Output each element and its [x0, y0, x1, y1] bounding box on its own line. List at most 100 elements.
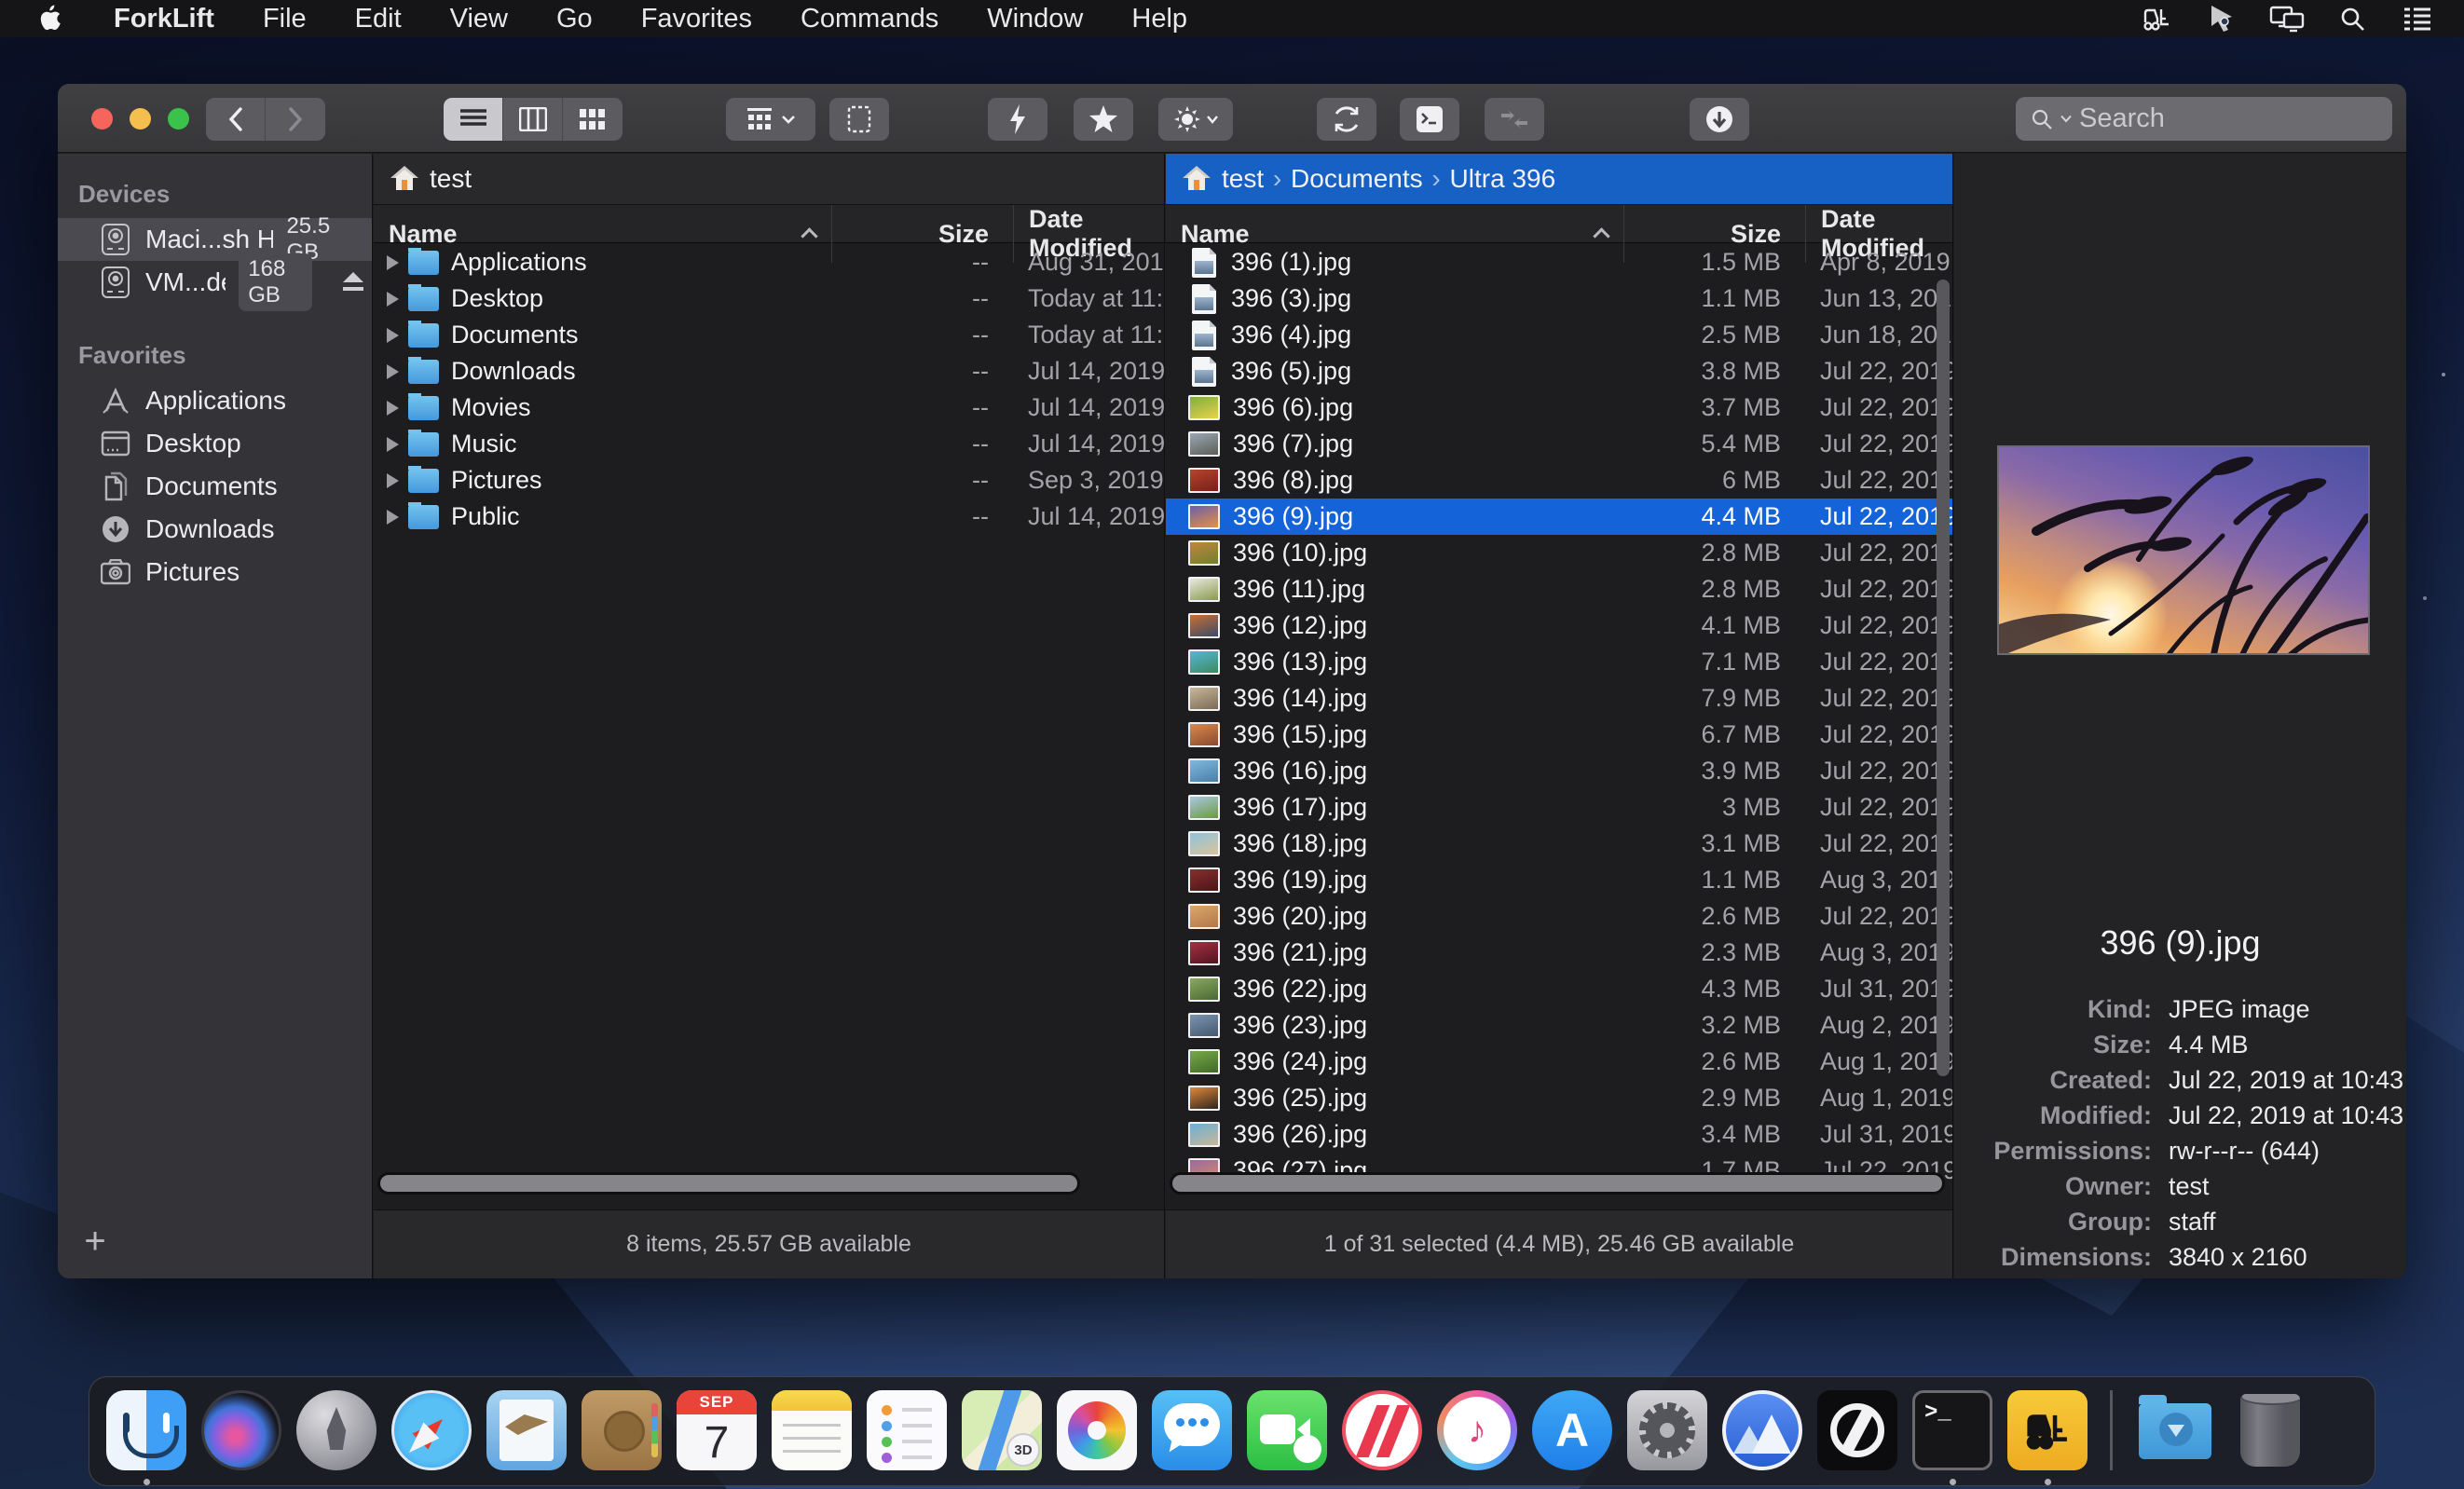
- file-row-396-(24).jpg[interactable]: 396 (24).jpg2.6 MBAug 1, 2019 at 12:5: [1166, 1044, 1952, 1080]
- search-field[interactable]: Search: [2016, 97, 2392, 141]
- file-row-396-(20).jpg[interactable]: 396 (20).jpg2.6 MBJul 22, 2019 at 3:3: [1166, 898, 1952, 935]
- menu-go[interactable]: Go: [532, 0, 617, 37]
- minimize-button[interactable]: [130, 108, 151, 130]
- dock-siri[interactable]: [201, 1390, 281, 1487]
- sidebar-device-VM...ders[interactable]: VM...ders168 GB: [58, 261, 372, 304]
- file-row-396-(14).jpg[interactable]: 396 (14).jpg7.9 MBJul 22, 2019 at 10:: [1166, 680, 1952, 717]
- file-row-396-(7).jpg[interactable]: 396 (7).jpg5.4 MBJul 22, 2019 at 10:: [1166, 426, 1952, 462]
- disclosure-triangle-icon[interactable]: [387, 255, 399, 270]
- dock-maps[interactable]: 3D: [962, 1390, 1042, 1487]
- file-row-396-(13).jpg[interactable]: 396 (13).jpg7.1 MBJul 22, 2019 at 10:: [1166, 644, 1952, 680]
- right-horizontal-scrollbar[interactable]: [1170, 1172, 1945, 1195]
- disclosure-triangle-icon[interactable]: [387, 364, 399, 379]
- file-row-Public[interactable]: Public--Jul 14, 2019 at 7:04…: [374, 499, 1164, 535]
- notification-list-icon[interactable]: [2399, 0, 2436, 37]
- path-segment[interactable]: test: [430, 164, 472, 194]
- close-button[interactable]: [91, 108, 113, 130]
- dock-contacts[interactable]: [582, 1390, 662, 1487]
- menu-window[interactable]: Window: [963, 0, 1107, 37]
- sidebar-item-downloads[interactable]: Downloads: [58, 508, 372, 551]
- connect-button[interactable]: [1485, 98, 1544, 141]
- view-columns-button[interactable]: [503, 98, 563, 141]
- apple-menu-icon[interactable]: [34, 0, 65, 37]
- sync-button[interactable]: [1317, 98, 1376, 141]
- file-row-396-(1).jpg[interactable]: 396 (1).jpg1.5 MBApr 8, 2019 at 6:20: [1166, 244, 1952, 280]
- menu-forklift[interactable]: ForkLift: [89, 0, 239, 37]
- disclosure-triangle-icon[interactable]: [387, 510, 399, 525]
- file-row-396-(10).jpg[interactable]: 396 (10).jpg2.8 MBJul 22, 2019 at 10:: [1166, 535, 1952, 571]
- select-button[interactable]: [829, 98, 889, 141]
- file-row-Desktop[interactable]: Desktop--Today at 11:22 PM: [374, 280, 1164, 317]
- dock-launchpad[interactable]: [296, 1390, 376, 1487]
- dock-appcleaner[interactable]: [1722, 1390, 1802, 1487]
- dock-reminders[interactable]: [867, 1390, 947, 1487]
- left-path-bar[interactable]: test: [374, 154, 1164, 205]
- search-icon[interactable]: [2334, 0, 2371, 37]
- menu-favorites[interactable]: Favorites: [617, 0, 776, 37]
- file-row-396-(3).jpg[interactable]: 396 (3).jpg1.1 MBJun 13, 2015 at 9:1: [1166, 280, 1952, 317]
- zoom-button[interactable]: [168, 108, 189, 130]
- dock-terminal[interactable]: >_: [1912, 1390, 1992, 1487]
- file-row-396-(12).jpg[interactable]: 396 (12).jpg4.1 MBJul 22, 2019 at 10:: [1166, 608, 1952, 644]
- dock-facetime[interactable]: [1247, 1390, 1327, 1487]
- path-segment-documents[interactable]: Documents: [1291, 164, 1423, 193]
- sidebar-item-desktop[interactable]: Desktop: [58, 422, 372, 465]
- file-row-Applications[interactable]: Applications--Aug 31, 2019 at 11:0…: [374, 244, 1164, 280]
- disclosure-triangle-icon[interactable]: [387, 292, 399, 307]
- file-row-396-(8).jpg[interactable]: 396 (8).jpg6 MBJul 22, 2019 at 10:: [1166, 462, 1952, 499]
- view-icons-button[interactable]: [563, 98, 623, 141]
- dock-notes[interactable]: [772, 1390, 852, 1487]
- view-list-button[interactable]: [444, 98, 503, 141]
- favorites-button[interactable]: [1074, 98, 1133, 141]
- forklift-icon[interactable]: [2138, 0, 2175, 37]
- file-row-396-(21).jpg[interactable]: 396 (21).jpg2.3 MBAug 3, 2019 at 4:30: [1166, 935, 1952, 971]
- forward-button[interactable]: [266, 98, 325, 141]
- left-horizontal-scrollbar[interactable]: [377, 1172, 1080, 1195]
- dock-messages[interactable]: [1152, 1390, 1232, 1487]
- menu-view[interactable]: View: [426, 0, 532, 37]
- right-vertical-scrollbar[interactable]: [1937, 280, 1950, 1076]
- sidebar-item-documents[interactable]: Documents: [58, 465, 372, 508]
- file-row-396-(26).jpg[interactable]: 396 (26).jpg3.4 MBJul 31, 2019 at 1:3: [1166, 1116, 1952, 1153]
- menu-file[interactable]: File: [239, 0, 331, 37]
- file-row-396-(23).jpg[interactable]: 396 (23).jpg3.2 MBAug 2, 2019 at 11:3: [1166, 1007, 1952, 1044]
- menu-edit[interactable]: Edit: [331, 0, 426, 37]
- file-row-396-(16).jpg[interactable]: 396 (16).jpg3.9 MBJul 22, 2019 at 10:: [1166, 753, 1952, 789]
- add-favorite-button[interactable]: +: [75, 1221, 116, 1262]
- transfers-button[interactable]: [1690, 98, 1749, 141]
- file-row-Pictures[interactable]: Pictures--Sep 3, 2019 at 1:53…: [374, 462, 1164, 499]
- dock-safari[interactable]: [391, 1390, 472, 1487]
- file-row-396-(9).jpg[interactable]: 396 (9).jpg4.4 MBJul 22, 2019 at 10:: [1166, 499, 1952, 535]
- menu-help[interactable]: Help: [1107, 0, 1211, 37]
- dock-parallels[interactable]: [1817, 1390, 1897, 1487]
- file-row-396-(17).jpg[interactable]: 396 (17).jpg3 MBJul 22, 2019 at 10:: [1166, 789, 1952, 826]
- file-row-396-(11).jpg[interactable]: 396 (11).jpg2.8 MBJul 22, 2019 at 10:: [1166, 571, 1952, 608]
- dock-photos[interactable]: [1057, 1390, 1137, 1487]
- file-row-Downloads[interactable]: Downloads--Jul 14, 2019 at 7:04…: [374, 353, 1164, 389]
- file-row-Music[interactable]: Music--Jul 14, 2019 at 7:04…: [374, 426, 1164, 462]
- activity-button[interactable]: [988, 98, 1047, 141]
- file-row-396-(6).jpg[interactable]: 396 (6).jpg3.7 MBJul 22, 2019 at 10:: [1166, 389, 1952, 426]
- pointer-icon[interactable]: [2203, 0, 2240, 37]
- dock-downloads[interactable]: [2135, 1390, 2215, 1487]
- dock-forklift[interactable]: [2007, 1390, 2088, 1487]
- path-segment-ultra-396[interactable]: Ultra 396: [1450, 164, 1556, 193]
- disclosure-triangle-icon[interactable]: [387, 473, 399, 488]
- file-row-396-(25).jpg[interactable]: 396 (25).jpg2.9 MBAug 1, 2019 at 12:5: [1166, 1080, 1952, 1116]
- terminal-button[interactable]: [1400, 98, 1459, 141]
- dock-calendar[interactable]: SEP7: [677, 1390, 757, 1487]
- dock-sysprefs[interactable]: [1627, 1390, 1707, 1487]
- dock-itunes[interactable]: ♪: [1437, 1390, 1517, 1487]
- disclosure-triangle-icon[interactable]: [387, 437, 399, 452]
- menu-commands[interactable]: Commands: [776, 0, 963, 37]
- sidebar-item-applications[interactable]: Applications: [58, 379, 372, 422]
- displays-icon[interactable]: [2268, 0, 2306, 37]
- path-segment-test[interactable]: test: [1222, 164, 1264, 193]
- actions-button[interactable]: [1158, 98, 1233, 141]
- arrange-dropdown[interactable]: [726, 98, 815, 141]
- file-row-396-(4).jpg[interactable]: 396 (4).jpg2.5 MBJun 18, 2017 at 3:2: [1166, 317, 1952, 353]
- file-row-Movies[interactable]: Movies--Jul 14, 2019 at 7:04…: [374, 389, 1164, 426]
- file-row-396-(15).jpg[interactable]: 396 (15).jpg6.7 MBJul 22, 2019 at 10:: [1166, 717, 1952, 753]
- file-row-396-(5).jpg[interactable]: 396 (5).jpg3.8 MBJul 22, 2019 at 10:: [1166, 353, 1952, 389]
- file-row-396-(22).jpg[interactable]: 396 (22).jpg4.3 MBJul 31, 2019 at 1:3: [1166, 971, 1952, 1007]
